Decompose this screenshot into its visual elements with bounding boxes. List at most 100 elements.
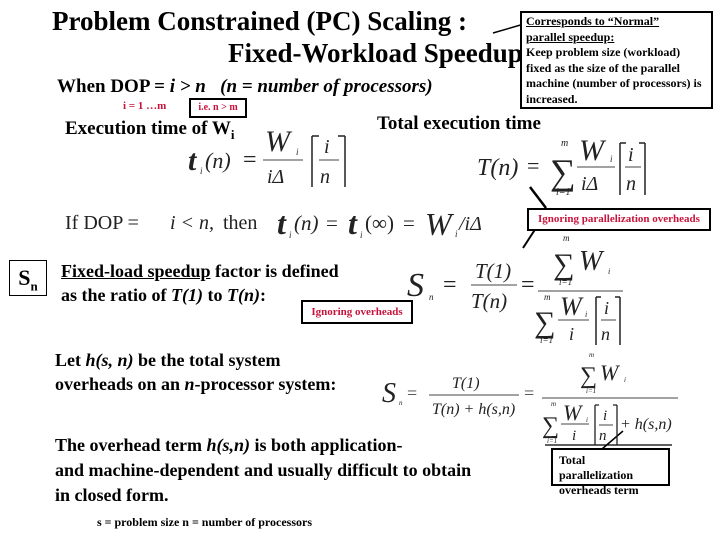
condition-note: (n = number of processors) <box>220 76 433 97</box>
ignoring-overheads-label: Ignoring overheads <box>301 300 413 324</box>
fixed-load-tn: T(n) <box>226 285 260 305</box>
sn2-sum-top-sigma: ∑ <box>580 363 597 389</box>
formula-sn-overhead: S n = T(1) T(n) + h(s,n) = ∑ m i=1 W i ∑… <box>382 351 678 445</box>
sn2-sum-top-i: i=1 <box>586 387 596 395</box>
fixed-load-colon: : <box>259 285 266 305</box>
sn1-sum-bot-i: i=1 <box>540 335 553 345</box>
sn1-den: T(n) <box>471 289 507 313</box>
Tn-ceil-den: n <box>626 173 636 195</box>
ti-den: iΔ <box>267 166 284 188</box>
ti-w: W <box>265 125 293 158</box>
fixed-load-definition: Fixed-load speedup factor is defined as … <box>61 259 339 307</box>
sn2-eq1: = <box>407 383 417 403</box>
ovr-prefix: The overhead term <box>55 435 207 455</box>
total-exec-label: Total execution time <box>377 113 541 134</box>
ti-eq: = <box>243 147 257 173</box>
ovr-expr: h(s,n) <box>206 435 250 455</box>
formula-Tn: T(n) = ∑ m i=1 W i iΔ i n <box>477 135 646 198</box>
Tn-sum: ∑ <box>550 152 576 192</box>
sn2-ceil-num: i <box>603 408 607 424</box>
ti-ceil-den: n <box>320 166 330 188</box>
sn1-W-top: W <box>579 246 605 277</box>
formula-sn-ignoring: S n = T(1) T(n) = ∑ m i=1 W i ∑ m i=1 W … <box>407 233 623 345</box>
sn2-wsub-bot: i <box>586 416 588 424</box>
sn2-W-top: W <box>600 360 620 385</box>
sn1-ceil-den: n <box>601 324 610 344</box>
sn2-plus-h: + h(s,n) <box>620 416 672 433</box>
fixed-load-t1: T(1) <box>170 285 203 305</box>
let-prefix: Let <box>55 350 86 370</box>
sn2-eq2: = <box>524 383 534 403</box>
sn2-den: T(n) + h(s,n) <box>432 401 515 418</box>
fixed-load-prefix: as the ratio of <box>61 285 171 305</box>
sn2-S: S <box>382 378 396 409</box>
sn2-ceil-den: n <box>599 428 607 444</box>
if-sub2: i <box>360 230 363 240</box>
callout-body: Keep problem size (workload) fixed as th… <box>526 45 702 106</box>
normal-speedup-callout: Corresponds to “Normal” parallel speedup… <box>520 11 713 109</box>
sn2-num: T(1) <box>452 375 480 392</box>
let2-prefix: overheads on an <box>55 374 185 394</box>
ti-sub: i <box>200 166 203 176</box>
sn-main: S <box>18 265 31 290</box>
sn1-eq1: = <box>443 272 457 298</box>
ti-t: t <box>188 144 198 177</box>
sn2-sum-bot-m: m <box>551 400 556 408</box>
overhead-definition: Let h(s, n) be the total system overhead… <box>55 348 336 396</box>
Tn-lhs: T(n) <box>477 155 518 181</box>
sn1-sum-top-i: i=1 <box>559 277 572 287</box>
let2-expr: n <box>184 374 195 394</box>
sn1-S: S <box>407 267 424 304</box>
sn2-sum-bot-sigma: ∑ <box>542 413 559 439</box>
let-rest: be the total system <box>133 350 281 370</box>
sn1-sub: n <box>429 292 434 302</box>
ovr-line2: and machine-dependent and usually diffic… <box>55 460 472 480</box>
callout-heading-1: Corresponds to “Normal” <box>526 14 660 28</box>
sn1-ceil-num: i <box>604 298 609 318</box>
ovr-line3: in closed form. <box>55 485 169 505</box>
if-prefix: If DOP = <box>65 212 139 234</box>
ignoring-parallelization-label: Ignoring parallelization overheads <box>527 208 711 231</box>
sn1-wsub-top: i <box>608 267 610 276</box>
Tn-den: iΔ <box>581 173 598 195</box>
Tn-eq: = <box>527 153 539 178</box>
sn1-num: T(1) <box>475 259 511 283</box>
range-label: i = 1 …m <box>123 100 167 112</box>
sn2-W-bot: W <box>563 400 583 425</box>
sn2-sum-bot-i: i=1 <box>547 437 557 445</box>
if-t2: t <box>348 205 358 241</box>
let2-rest: -processor system: <box>194 374 337 394</box>
sn2-den-i: i <box>572 428 576 444</box>
sn1-eq2: = <box>521 272 535 298</box>
ovr-rest: is both application- <box>249 435 403 455</box>
variable-legend: s = problem size n = number of processor… <box>97 515 313 529</box>
sn2-wsub-top: i <box>624 376 626 384</box>
let-expr: h(s, n) <box>85 350 134 370</box>
sn1-den-i: i <box>569 324 574 344</box>
overhead-description: The overhead term h(s,n) is both applica… <box>55 433 471 508</box>
condition-prefix: When DOP = <box>57 76 170 97</box>
if-eq1: = <box>326 211 338 235</box>
fixed-load-term: Fixed-load speedup <box>61 261 211 281</box>
Tn-sum-top: m <box>561 138 568 149</box>
callout-heading-2: parallel speedup: <box>526 29 615 44</box>
if-t1: t <box>277 205 287 241</box>
sn1-wsub-bot: i <box>585 310 587 319</box>
ti-arg: (n) <box>205 148 231 173</box>
sn1-W-bot: W <box>560 292 584 321</box>
sn1-sum-bot-m: m <box>544 292 551 302</box>
ti-wsub: i <box>296 147 299 157</box>
Tn-wsub: i <box>610 154 613 164</box>
if-cond: i < n, <box>170 212 214 234</box>
if-arg1: (n) <box>294 211 319 235</box>
sn-box: Sn <box>9 260 47 296</box>
condition-line: When DOP = i > n (n = number of processo… <box>57 76 433 98</box>
condition-expr: i > n <box>169 76 206 97</box>
Tn-w: W <box>579 135 607 167</box>
total-parallelization-label: Total parallelization overheads term <box>551 448 670 497</box>
sn-sub: n <box>30 278 38 294</box>
sn2-sub: n <box>399 399 403 407</box>
fixed-load-rest: factor is defined <box>210 261 339 281</box>
if-then: then <box>223 212 257 234</box>
fixed-load-to: to <box>202 285 227 305</box>
